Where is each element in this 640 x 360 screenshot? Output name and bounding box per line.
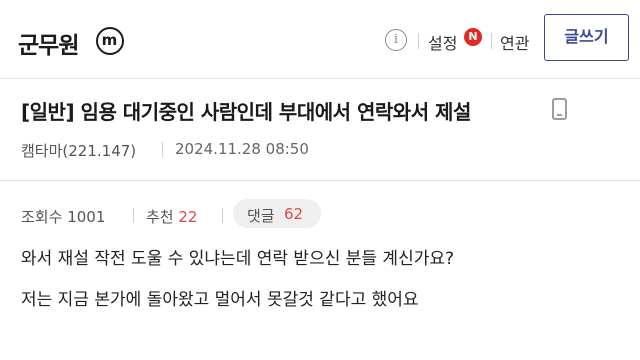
comments-number: 62: [284, 205, 304, 223]
mobile-icon: [552, 98, 567, 120]
header-divider: [491, 33, 492, 49]
header-divider: [418, 33, 419, 49]
recommend-count: 추천 22: [146, 206, 197, 227]
views-number: 1001: [67, 208, 106, 226]
new-badge: N: [464, 28, 482, 46]
comments-label: 댓글: [247, 207, 275, 225]
write-button[interactable]: 글쓰기: [544, 14, 629, 61]
related-link[interactable]: 연관: [500, 30, 529, 54]
post-body-line: 저는 지금 본가에 돌아왔고 멀어서 못갈것 같다고 했어요: [21, 290, 419, 310]
view-count: 조회수 1001: [21, 206, 105, 227]
recommend-number: 22: [178, 208, 198, 226]
recommend-label: 추천: [146, 208, 174, 226]
stats-divider: [133, 208, 134, 223]
post-date: 2024.11.28 08:50: [175, 140, 309, 158]
post-body-line: 와서 재설 작전 도울 수 있냐는데 연락 받으신 분들 계신가요?: [21, 249, 455, 269]
settings-link[interactable]: 설정: [428, 30, 457, 54]
minor-gallery-badge-icon: m: [96, 27, 124, 55]
post-author[interactable]: 캠타마(221.147): [21, 140, 136, 161]
minor-gallery-badge-letter: m: [101, 31, 118, 49]
post-title: [일반] 임용 대기중인 사람인데 부대에서 연락와서 제설: [21, 100, 471, 124]
views-label: 조회수: [21, 208, 63, 226]
comments-button[interactable]: 댓글 62: [233, 199, 321, 228]
gallery-title[interactable]: 군무원: [18, 26, 79, 60]
write-button-label: 글쓰기: [564, 27, 609, 46]
stats-divider: [222, 208, 223, 223]
section-separator: [0, 180, 640, 181]
meta-divider: [162, 142, 163, 157]
info-icon[interactable]: i: [385, 29, 407, 51]
gallery-header: 군무원 m i 설정 N 연관 글쓰기: [0, 0, 640, 79]
